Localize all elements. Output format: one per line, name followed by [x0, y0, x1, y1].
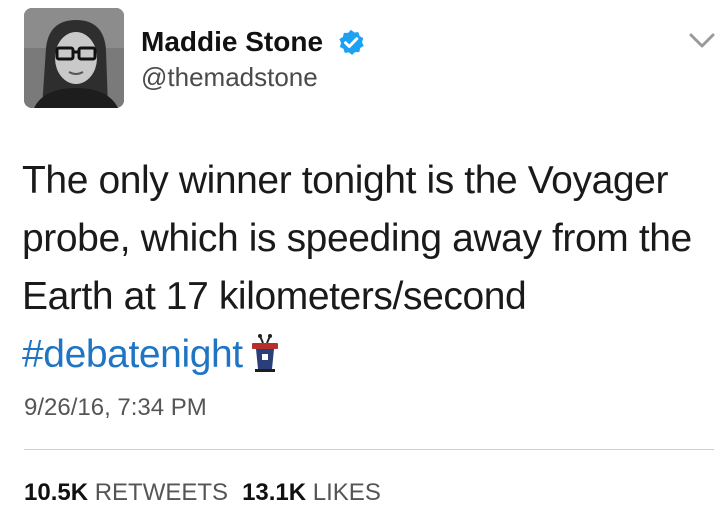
retweets-stat[interactable]: 10.5K RETWEETS	[24, 479, 228, 506]
tweet-text-line: probe, which is speeding away from the	[22, 217, 692, 260]
tweet-text-line: The only winner tonight is the Voyager	[22, 159, 669, 202]
retweets-count: 10.5K	[24, 479, 89, 506]
engagement-stats: 10.5K RETWEETS 13.1K LIKES	[24, 479, 381, 507]
profile-photo	[24, 8, 124, 108]
retweets-label: RETWEETS	[94, 479, 229, 506]
user-handle[interactable]: @themadstone	[141, 62, 318, 93]
likes-count: 13.1K	[242, 479, 307, 506]
debate-podium-icon	[251, 334, 278, 372]
tweet-card: Maddie Stone @themadstone The only winne…	[0, 0, 720, 513]
tweet-text: The only winner tonight is the Voyager p…	[22, 152, 712, 384]
display-name[interactable]: Maddie Stone	[141, 26, 323, 58]
divider	[24, 449, 714, 450]
tweet-text-line: Earth at 17 kilometers/second	[22, 275, 527, 318]
tweet-timestamp[interactable]: 9/26/16, 7:34 PM	[24, 394, 207, 422]
likes-label: LIKES	[312, 479, 381, 506]
likes-stat[interactable]: 13.1K LIKES	[242, 479, 381, 506]
verified-badge-icon	[339, 29, 364, 55]
chevron-down-icon[interactable]	[689, 32, 715, 50]
hashtag-link[interactable]: #debatenight	[22, 333, 243, 376]
avatar[interactable]	[24, 8, 124, 108]
hashtag-line: #debatenight	[22, 326, 712, 384]
